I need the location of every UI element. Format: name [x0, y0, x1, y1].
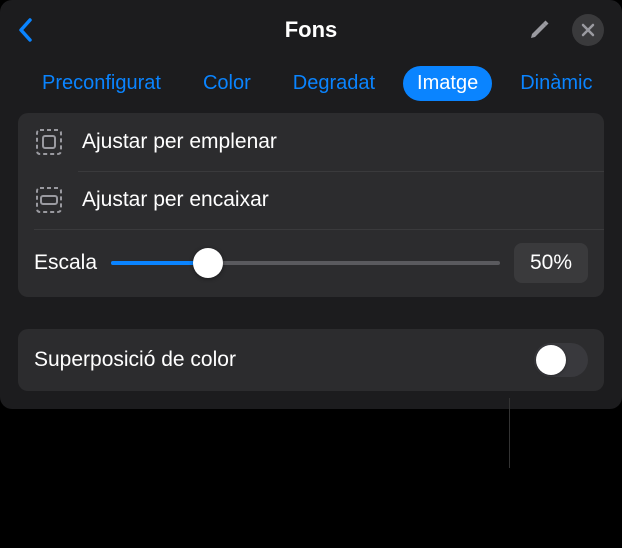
tab-degradat[interactable]: Degradat	[279, 66, 389, 101]
tab-dinamic[interactable]: Dinàmic	[506, 66, 606, 101]
eyedropper-button[interactable]	[526, 17, 552, 43]
scale-fill-icon	[34, 127, 64, 157]
scale-label: Escala	[34, 251, 97, 275]
page-title: Fons	[285, 17, 338, 43]
scale-fit-icon	[34, 185, 64, 215]
callout-line	[509, 398, 510, 468]
scale-value[interactable]: 50%	[514, 243, 588, 283]
tab-imatge[interactable]: Imatge	[403, 66, 492, 101]
fit-fill-label: Ajustar per emplenar	[82, 130, 277, 154]
tab-bar: Preconfigurat Color Degradat Imatge Dinà…	[0, 56, 622, 113]
tab-color[interactable]: Color	[189, 66, 265, 101]
scale-slider[interactable]	[111, 247, 500, 279]
fit-fill-option[interactable]: Ajustar per emplenar	[18, 113, 604, 171]
tab-preconfigurat[interactable]: Preconfigurat	[28, 66, 175, 101]
close-button[interactable]	[572, 14, 604, 46]
color-overlay-toggle[interactable]	[534, 343, 588, 377]
back-button[interactable]	[18, 16, 38, 44]
fit-contain-option[interactable]: Ajustar per encaixar	[18, 171, 604, 229]
color-overlay-label: Superposició de color	[34, 348, 236, 372]
fit-contain-label: Ajustar per encaixar	[82, 188, 269, 212]
